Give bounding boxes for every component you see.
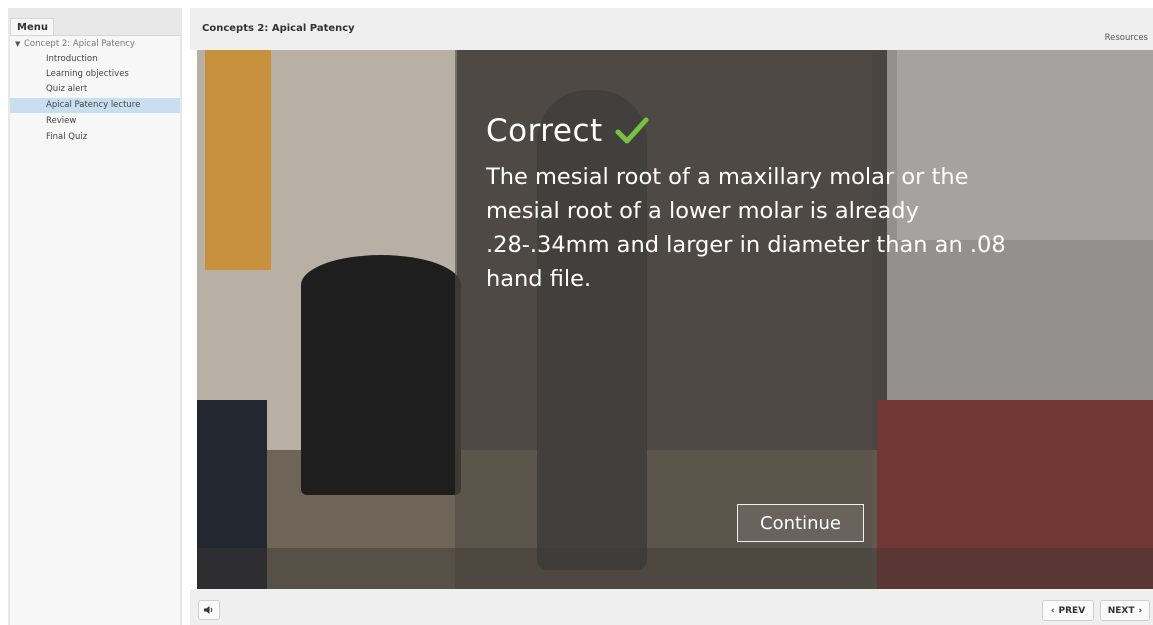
page-title: Concepts 2: Apical Patency [202, 23, 355, 34]
course-player: Menu ▼ Concept 2: Apical Patency Introdu… [0, 0, 1153, 625]
sidebar: Menu ▼ Concept 2: Apical Patency Introdu… [8, 8, 182, 625]
menu-item-quiz-alert[interactable]: Quiz alert [10, 82, 180, 97]
menu-item-apical-patency-lecture[interactable]: Apical Patency lecture [10, 98, 180, 113]
feedback-message: The mesial root of a maxillary molar or … [486, 164, 1006, 292]
bottom-bar: ‹ PREV NEXT › [190, 589, 1153, 625]
menu-item-label: Introduction [46, 54, 98, 64]
resources-link[interactable]: Resources [1105, 33, 1148, 43]
menu-item-label: Learning objectives [46, 69, 129, 79]
menu-item-concept-2[interactable]: ▼ Concept 2: Apical Patency [10, 37, 180, 52]
speaker-icon [204, 606, 213, 614]
prev-label: PREV [1058, 605, 1086, 616]
next-label: NEXT [1107, 605, 1135, 616]
continue-button[interactable]: Continue [737, 504, 864, 542]
video-background-door [205, 50, 271, 270]
menu-item-label: Apical Patency lecture [46, 100, 141, 110]
menu-item-label: Review [46, 116, 77, 126]
volume-button[interactable] [198, 600, 220, 620]
chevron-left-icon: ‹ [1050, 605, 1055, 616]
menu-item-label: Concept 2: Apical Patency [24, 39, 135, 49]
feedback-title-row: Correct [486, 110, 1086, 152]
menu-item-introduction[interactable]: Introduction [10, 52, 180, 67]
video-background-table [301, 255, 461, 495]
feedback-title: Correct [486, 113, 603, 149]
check-icon [615, 117, 649, 144]
menu-item-label: Final Quiz [46, 132, 88, 142]
caret-down-icon: ▼ [15, 40, 21, 48]
prev-button[interactable]: ‹ PREV [1042, 600, 1094, 621]
menu-panel: ▼ Concept 2: Apical Patency Introduction… [10, 35, 180, 625]
next-button[interactable]: NEXT › [1100, 600, 1150, 621]
menu-item-label: Quiz alert [46, 84, 88, 94]
menu-item-review[interactable]: Review [10, 114, 180, 129]
feedback-panel: Correct The mesial root of a maxillary m… [486, 110, 1086, 296]
menu-item-learning-objectives[interactable]: Learning objectives [10, 67, 180, 82]
menu-tab[interactable]: Menu [10, 18, 54, 36]
top-bar: Concepts 2: Apical Patency Resources [190, 8, 1153, 50]
menu-item-final-quiz[interactable]: Final Quiz [10, 130, 180, 145]
slide-stage: Correct The mesial root of a maxillary m… [197, 50, 1153, 589]
chevron-right-icon: › [1138, 605, 1143, 616]
dim-strip [197, 548, 1153, 589]
